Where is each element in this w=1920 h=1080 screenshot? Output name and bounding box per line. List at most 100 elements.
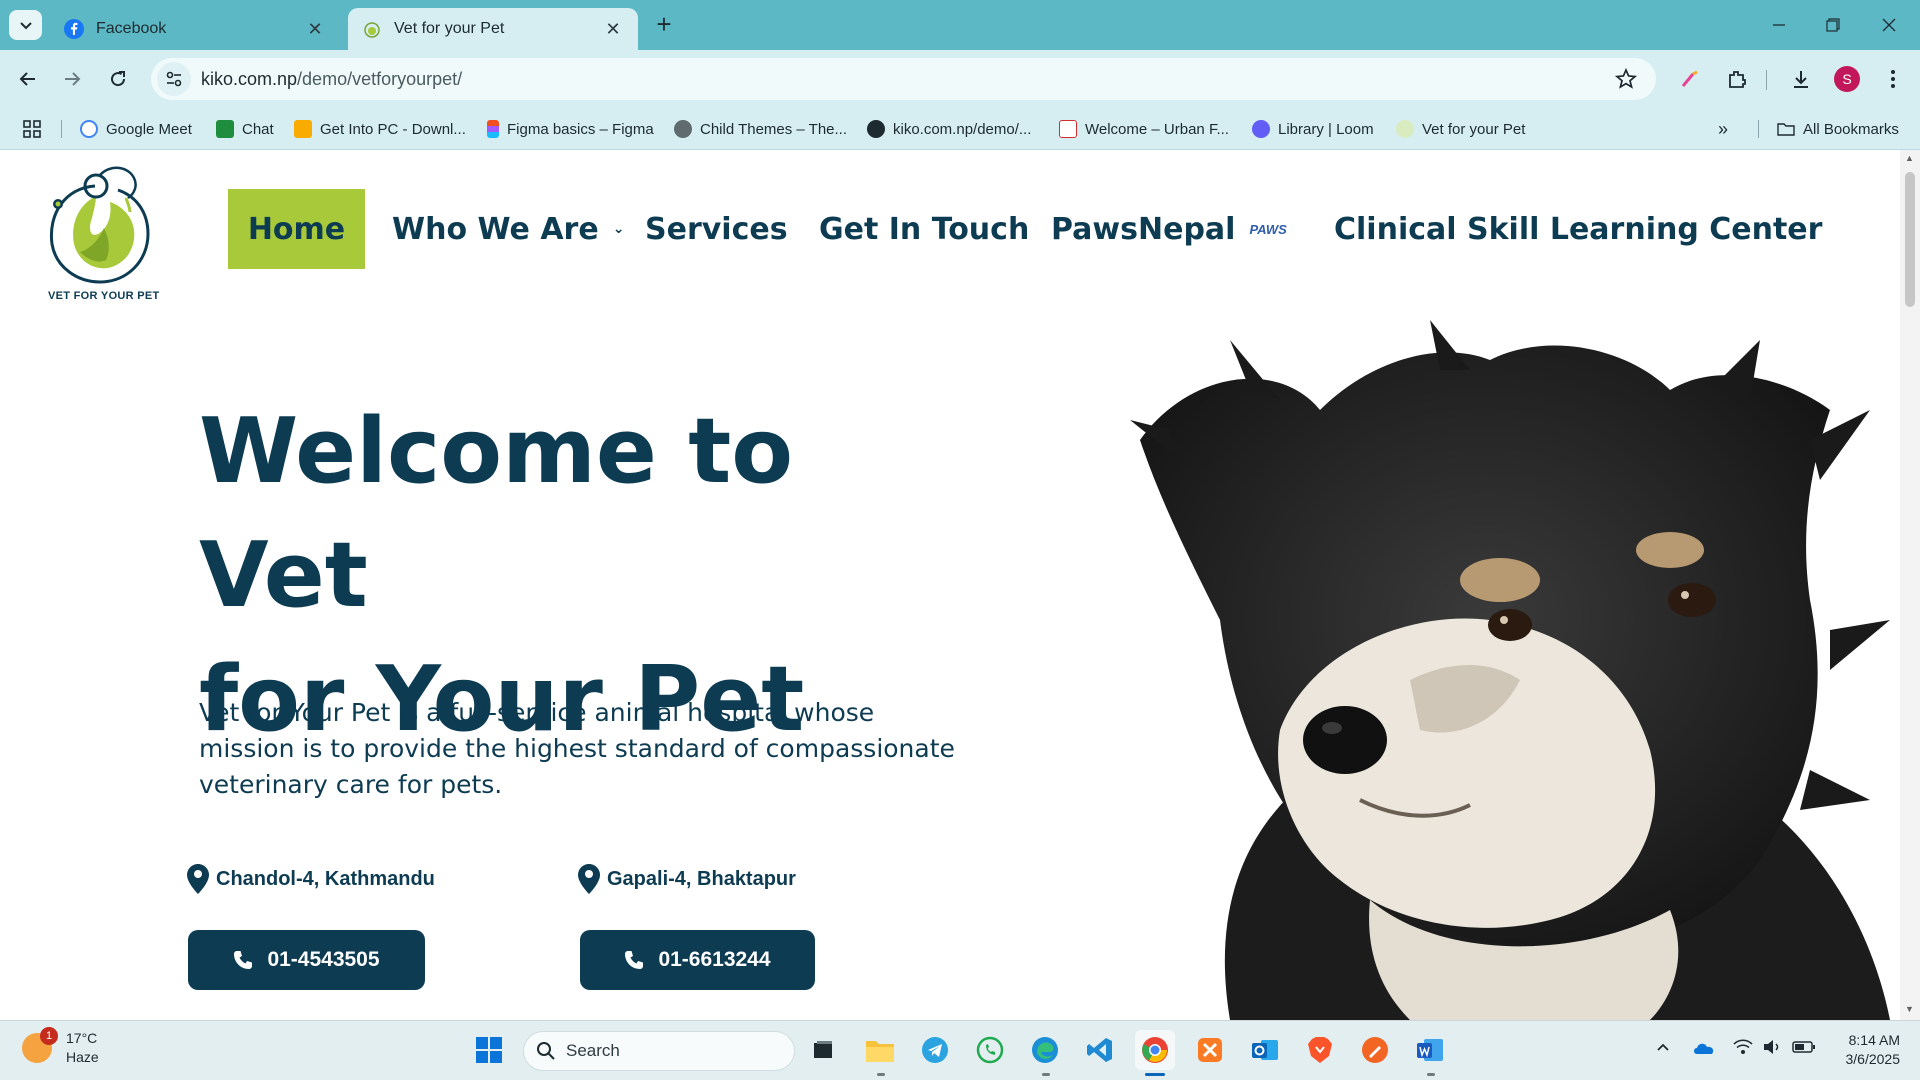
restore-button[interactable] bbox=[1806, 8, 1860, 42]
apps-grid-icon[interactable] bbox=[22, 118, 42, 140]
telegram-app[interactable] bbox=[915, 1030, 955, 1070]
chrome-app[interactable] bbox=[1135, 1030, 1175, 1070]
tab-search-button[interactable] bbox=[9, 10, 42, 40]
site-info-button[interactable] bbox=[157, 62, 191, 96]
more-menu-icon[interactable] bbox=[1878, 64, 1908, 94]
bookmark-chat[interactable]: Chat bbox=[216, 118, 274, 140]
edge-app[interactable] bbox=[1025, 1030, 1065, 1070]
vscode-icon bbox=[1087, 1038, 1112, 1062]
vscode-app[interactable] bbox=[1080, 1030, 1120, 1070]
brave-app[interactable] bbox=[1300, 1030, 1340, 1070]
bookmarks-divider bbox=[1758, 120, 1759, 138]
system-clock[interactable]: 8:14 AM 3/6/2025 bbox=[1832, 1031, 1901, 1069]
toolbar-divider bbox=[1766, 70, 1767, 90]
extension-pen-icon[interactable] bbox=[1675, 64, 1705, 94]
file-explorer-app[interactable] bbox=[860, 1030, 900, 1070]
weather-condition: Haze bbox=[66, 1049, 99, 1065]
battery-icon[interactable] bbox=[1792, 1039, 1816, 1059]
map-pin-icon bbox=[578, 864, 600, 894]
close-window-button[interactable] bbox=[1862, 8, 1916, 42]
forward-button[interactable] bbox=[56, 63, 88, 95]
taskbar-search[interactable]: Search bbox=[523, 1031, 795, 1071]
bookmark-loom[interactable]: Library | Loom bbox=[1252, 118, 1374, 140]
page-scrollbar[interactable]: ▲ ▼ bbox=[1900, 150, 1920, 1020]
outlook-app[interactable] bbox=[1245, 1030, 1285, 1070]
nav-who-we-are[interactable]: Who We Are ⌄ bbox=[392, 189, 624, 269]
url-host: kiko.com.np bbox=[201, 68, 298, 89]
xampp-app[interactable] bbox=[1190, 1030, 1230, 1070]
phone-button-kathmandu[interactable]: 01-4543505 bbox=[188, 930, 425, 990]
bookmark-label: Welcome – Urban F... bbox=[1085, 120, 1229, 138]
bookmark-get-into-pc[interactable]: Get Into PC - Downl... bbox=[294, 118, 466, 140]
start-button[interactable] bbox=[469, 1030, 509, 1070]
vet-logo[interactable] bbox=[40, 156, 160, 306]
phone-number: 01-6613244 bbox=[658, 948, 771, 971]
tab-vet-for-your-pet[interactable]: Vet for your Pet ✕ bbox=[348, 8, 638, 50]
phone-number: 01-4543505 bbox=[267, 948, 380, 971]
telegram-icon bbox=[922, 1037, 948, 1063]
bookmark-figma[interactable]: Figma basics – Figma bbox=[487, 118, 654, 140]
location-kathmandu: Chandol-4, Kathmandu bbox=[186, 862, 435, 896]
chrome-icon bbox=[1142, 1037, 1168, 1063]
weather-widget[interactable]: 1 17°C Haze bbox=[22, 1027, 99, 1067]
task-view-icon bbox=[814, 1041, 832, 1058]
outlook-icon bbox=[1252, 1040, 1278, 1060]
close-icon[interactable]: ✕ bbox=[602, 18, 624, 40]
address-bar[interactable]: kiko.com.np/demo/vetforyourpet/ bbox=[151, 58, 1656, 100]
arrow-left-icon bbox=[19, 72, 35, 86]
search-label: Search bbox=[566, 1041, 620, 1060]
reload-button[interactable] bbox=[102, 63, 134, 95]
minimize-button[interactable] bbox=[1752, 8, 1806, 42]
extensions-icon[interactable] bbox=[1722, 64, 1752, 94]
whatsapp-app[interactable] bbox=[970, 1030, 1010, 1070]
running-indicator bbox=[1042, 1073, 1050, 1076]
new-tab-button[interactable]: + bbox=[650, 11, 678, 39]
bookmark-label: Chat bbox=[242, 120, 274, 138]
phone-button-bhaktapur[interactable]: 01-6613244 bbox=[580, 930, 815, 990]
close-icon[interactable]: ✕ bbox=[304, 18, 326, 40]
tab-facebook[interactable]: Facebook ✕ bbox=[50, 8, 340, 50]
back-button[interactable] bbox=[12, 63, 44, 95]
wifi-icon[interactable] bbox=[1733, 1039, 1753, 1059]
nav-get-in-touch[interactable]: Get In Touch bbox=[819, 189, 1029, 269]
google-chat-icon bbox=[216, 120, 234, 138]
nav-home[interactable]: Home bbox=[228, 189, 365, 269]
nav-paws-nepal[interactable]: PawsNepal PAWS bbox=[1051, 189, 1287, 269]
scroll-up-icon[interactable]: ▲ bbox=[1905, 153, 1914, 163]
task-view-button[interactable] bbox=[803, 1030, 843, 1070]
weather-sun-icon: 1 bbox=[22, 1027, 58, 1063]
minimize-icon bbox=[1773, 24, 1785, 26]
globe-icon bbox=[867, 120, 885, 138]
nav-clinical-skill-learning-center[interactable]: Clinical Skill Learning Center bbox=[1334, 189, 1822, 269]
nav-label: PawsNepal bbox=[1051, 211, 1236, 247]
word-app[interactable] bbox=[1410, 1030, 1450, 1070]
scrollbar-thumb[interactable] bbox=[1905, 172, 1915, 307]
profile-avatar[interactable]: S bbox=[1834, 66, 1860, 92]
url-text: kiko.com.np/demo/vetforyourpet/ bbox=[201, 69, 462, 90]
bookmark-vet[interactable]: Vet for your Pet bbox=[1396, 118, 1525, 140]
url-path: /demo/vetforyourpet/ bbox=[297, 68, 463, 89]
volume-icon[interactable] bbox=[1762, 1039, 1782, 1059]
bookmark-label: Google Meet bbox=[106, 120, 192, 138]
show-hidden-icons-button[interactable] bbox=[1655, 1039, 1671, 1059]
bookmark-google-meet[interactable]: Google Meet bbox=[80, 118, 192, 140]
sublime-app[interactable] bbox=[1355, 1030, 1395, 1070]
bookmark-child-themes[interactable]: Child Themes – The... bbox=[674, 118, 847, 140]
web-page: VET FOR YOUR PET Home Who We Are ⌄ Servi… bbox=[0, 150, 1900, 1020]
scroll-down-icon[interactable]: ▼ bbox=[1905, 1004, 1914, 1014]
location-address: Chandol-4, Kathmandu bbox=[216, 867, 435, 890]
more-bookmarks-icon[interactable]: » bbox=[1718, 118, 1728, 140]
notification-badge: 1 bbox=[40, 1027, 58, 1045]
bookmark-urban[interactable]: Welcome – Urban F... bbox=[1059, 118, 1229, 140]
bookmark-star-icon[interactable] bbox=[1614, 67, 1638, 91]
bookmark-kiko[interactable]: kiko.com.np/demo/... bbox=[867, 118, 1031, 140]
all-bookmarks-button[interactable]: All Bookmarks bbox=[1777, 118, 1899, 140]
nav-services[interactable]: Services bbox=[645, 189, 788, 269]
onedrive-icon[interactable] bbox=[1692, 1039, 1716, 1059]
tune-icon bbox=[166, 71, 182, 87]
downloads-icon[interactable] bbox=[1786, 64, 1816, 94]
brave-icon bbox=[1308, 1037, 1332, 1063]
all-bookmarks-label: All Bookmarks bbox=[1803, 120, 1899, 138]
browser-toolbar: kiko.com.np/demo/vetforyourpet/ bbox=[0, 50, 1920, 108]
close-icon bbox=[1882, 18, 1896, 32]
